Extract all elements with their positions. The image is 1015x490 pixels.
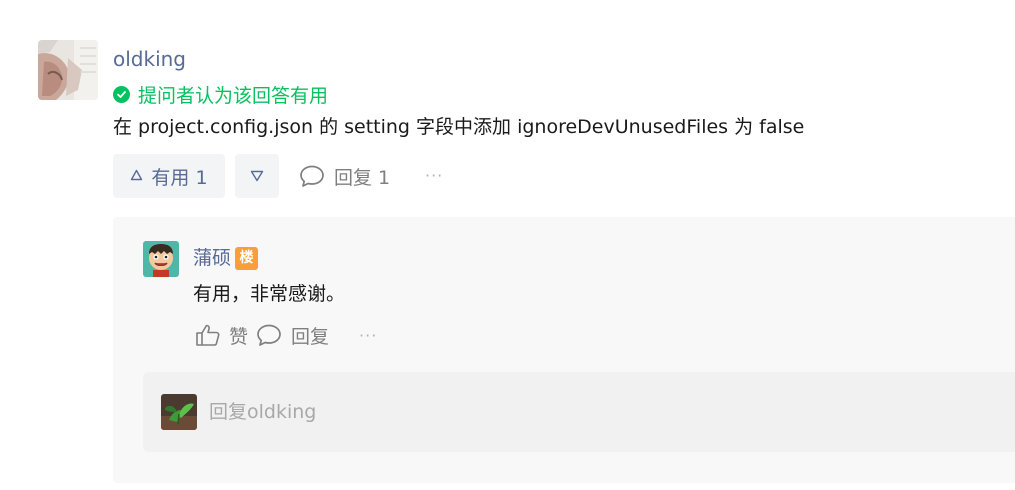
check-circle-icon bbox=[113, 85, 130, 103]
speech-bubble-icon bbox=[257, 324, 281, 346]
useful-label: 有用 1 bbox=[151, 166, 208, 189]
accepted-text: 提问者认为该回答有用 bbox=[138, 84, 329, 107]
reply-label: 回复 1 bbox=[334, 166, 391, 189]
more-options-button[interactable]: ··· bbox=[425, 168, 443, 184]
thumbs-up-icon bbox=[196, 324, 220, 346]
like-label: 赞 bbox=[229, 325, 249, 348]
comment-text: 有用，非常感谢。 bbox=[193, 283, 346, 305]
answer-card: oldking 提问者认为该回答有用 在 project.config.json… bbox=[0, 0, 1015, 490]
reply-placeholder: 回复oldking bbox=[209, 401, 317, 423]
like-button[interactable]: 赞 bbox=[195, 322, 248, 349]
useful-button[interactable]: 有用 1 bbox=[113, 154, 225, 198]
answer-content: 在 project.config.json 的 setting 字段中添加 ig… bbox=[113, 116, 805, 138]
triangle-up-outline-icon bbox=[130, 167, 143, 185]
accepted-status: 提问者认为该回答有用 bbox=[113, 82, 329, 107]
author-name[interactable]: oldking bbox=[113, 46, 186, 72]
speech-bubble-icon bbox=[300, 165, 324, 187]
commenter-info: 蒲硕 楼 bbox=[193, 245, 259, 271]
comment-reply-label: 回复 bbox=[291, 325, 330, 348]
floor-badge: 楼 bbox=[235, 246, 259, 270]
commenter-name[interactable]: 蒲硕 bbox=[193, 245, 231, 271]
reply-input[interactable]: 回复oldking bbox=[143, 372, 1015, 452]
comment-more-button[interactable]: ··· bbox=[359, 326, 377, 345]
comment-actions: 赞 回复 ··· bbox=[195, 319, 377, 351]
reply-button[interactable]: 回复 1 bbox=[299, 160, 390, 192]
current-user-avatar bbox=[161, 394, 197, 430]
not-useful-button[interactable] bbox=[235, 154, 279, 198]
comment-panel: 蒲硕 楼 有用，非常感谢。 赞 回复 ··· 回复oldking bbox=[113, 217, 1015, 483]
comment-reply-button[interactable]: 回复 bbox=[256, 322, 329, 349]
triangle-down-outline-icon bbox=[250, 167, 264, 186]
author-avatar[interactable] bbox=[38, 40, 98, 100]
commenter-avatar[interactable] bbox=[143, 241, 179, 277]
